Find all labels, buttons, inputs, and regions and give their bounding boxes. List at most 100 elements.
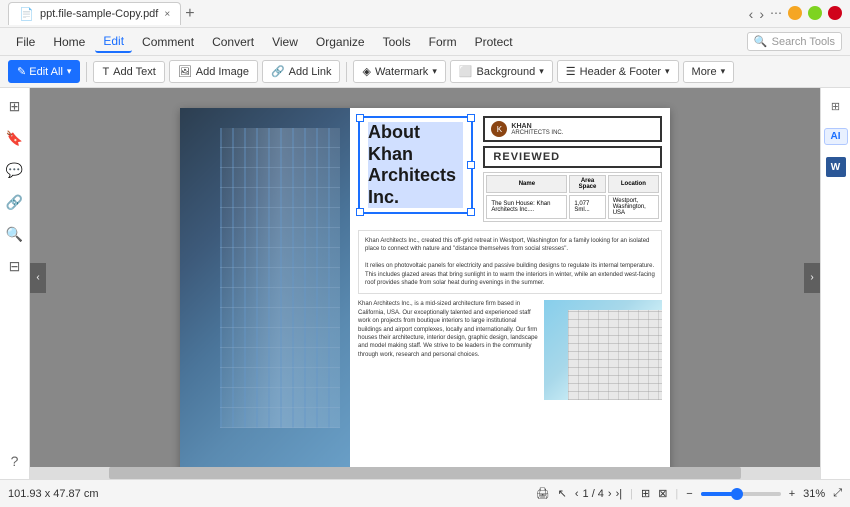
- menu-protect[interactable]: Protect: [467, 32, 521, 52]
- zoom-in-button[interactable]: +: [789, 488, 795, 500]
- logo-area: K KHAN ARCHITECTS INC. REVIEWED: [483, 116, 662, 222]
- scroll-right-button[interactable]: ›: [804, 263, 820, 293]
- pdf-description-p1: Khan Architects Inc., created this off-g…: [365, 237, 655, 254]
- view-icon[interactable]: ⊞: [641, 487, 650, 500]
- menu-tools[interactable]: Tools: [375, 32, 419, 52]
- new-tab-button[interactable]: +: [185, 5, 194, 23]
- menu-form[interactable]: Form: [421, 32, 465, 52]
- zoom-fill: [701, 492, 733, 496]
- sidebar-help-icon[interactable]: ?: [5, 451, 25, 471]
- header-footer-icon: ☰: [566, 65, 576, 78]
- text-icon: T: [102, 66, 109, 78]
- word-icon[interactable]: W: [826, 157, 846, 177]
- edit-all-button[interactable]: ✎ Edit All ▾: [8, 60, 80, 83]
- edit-all-dropdown-icon: ▾: [67, 66, 72, 77]
- close-button[interactable]: [828, 6, 842, 20]
- expand-icon[interactable]: ⤢: [833, 487, 842, 500]
- pdf-bottom-section: Khan Architects Inc., is a mid-sized arc…: [358, 300, 662, 400]
- zoom-level-label: 31%: [803, 488, 825, 500]
- add-link-button[interactable]: 🔗 Add Link: [262, 60, 341, 83]
- prev-page-button[interactable]: ‹: [575, 488, 579, 500]
- sidebar-comment-icon[interactable]: 💬: [5, 160, 25, 180]
- table-cell-area: 1,077 Sml...: [569, 195, 605, 219]
- menu-view[interactable]: View: [264, 32, 306, 52]
- close-tab-button[interactable]: ×: [164, 9, 170, 20]
- sidebar-bookmark-icon[interactable]: 🔖: [5, 128, 25, 148]
- zoom-slider[interactable]: [701, 492, 781, 496]
- toolbar: ✎ Edit All ▾ T Add Text 🖼 Add Image 🔗 Ad…: [0, 56, 850, 88]
- building-left-shape: [220, 128, 340, 428]
- ai-button[interactable]: AI: [824, 128, 848, 145]
- menu-file[interactable]: File: [8, 32, 43, 52]
- watermark-icon: ◈: [362, 65, 370, 78]
- add-text-label: Add Text: [113, 66, 156, 78]
- sidebar-layers-icon[interactable]: ⊟: [5, 256, 25, 276]
- window-controls: ‹ › ⋯: [749, 6, 842, 22]
- separator-v2: |: [675, 488, 678, 500]
- add-image-button[interactable]: 🖼 Add Image: [169, 60, 258, 83]
- pdf-header-section: About Khan Architects Inc. K KHAN: [358, 116, 662, 222]
- link-icon: 🔗: [271, 65, 285, 78]
- menu-home[interactable]: Home: [45, 32, 93, 52]
- header-footer-button[interactable]: ☰ Header & Footer ▾: [557, 60, 679, 83]
- background-label: Background: [477, 66, 536, 78]
- sidebar-link-icon[interactable]: 🔗: [5, 192, 25, 212]
- fit-icon[interactable]: ⊠: [658, 487, 667, 500]
- background-button[interactable]: ⬜ Background ▾: [450, 60, 553, 83]
- main-layout: ⊞ 🔖 💬 🔗 🔍 ⊟ ? ‹: [0, 88, 850, 479]
- pdf-scroll-area[interactable]: ‹: [30, 88, 820, 467]
- right-sidebar: ⊞ AI W: [820, 88, 850, 479]
- building-right-shape: [568, 310, 662, 400]
- add-image-label: Add Image: [196, 66, 249, 78]
- page-navigation: ‹ 1 / 4 › ›|: [575, 488, 622, 500]
- window-more-icon[interactable]: ⋯: [770, 6, 782, 22]
- building-right-stripes: [568, 310, 662, 400]
- pdf-page: About Khan Architects Inc. K KHAN: [180, 108, 670, 467]
- sidebar-search-icon[interactable]: 🔍: [5, 224, 25, 244]
- toolbar-separator-2: [346, 62, 347, 82]
- menu-comment[interactable]: Comment: [134, 32, 202, 52]
- tab-filename[interactable]: 📄 ppt.file-sample-Copy.pdf ×: [8, 2, 181, 25]
- menu-organize[interactable]: Organize: [308, 32, 373, 52]
- watermark-label: Watermark: [375, 66, 428, 78]
- pdf-about-text: Khan Architects Inc., is a mid-sized arc…: [358, 300, 538, 400]
- minimize-button[interactable]: [788, 6, 802, 20]
- nav-back-icon[interactable]: ‹: [749, 6, 754, 22]
- pdf-title-line2: Architects Inc.: [368, 165, 463, 208]
- more-dropdown-icon: ▾: [721, 66, 726, 77]
- pdf-about-paragraph: Khan Architects Inc., is a mid-sized arc…: [358, 300, 538, 359]
- watermark-button[interactable]: ◈ Watermark ▾: [353, 60, 445, 83]
- zoom-thumb[interactable]: [731, 488, 743, 500]
- nav-forward-icon[interactable]: ›: [759, 6, 764, 22]
- maximize-button[interactable]: [808, 6, 822, 20]
- scroll-left-button[interactable]: ‹: [30, 263, 46, 293]
- panel-right-icon[interactable]: ⊞: [826, 96, 846, 116]
- cursor-icon[interactable]: ↖: [558, 487, 567, 500]
- table-cell-location: Westport,Washington, USA: [608, 195, 659, 219]
- menu-bar: File Home Edit Comment Convert View Orga…: [0, 28, 850, 56]
- left-sidebar: ⊞ 🔖 💬 🔗 🔍 ⊟ ?: [0, 88, 30, 479]
- search-tools-box[interactable]: 🔍 Search Tools: [747, 32, 842, 51]
- zoom-out-button[interactable]: −: [686, 488, 692, 500]
- print-icon[interactable]: 🖨: [536, 487, 550, 500]
- last-page-button[interactable]: ›|: [616, 488, 623, 500]
- search-icon: 🔍: [754, 35, 768, 48]
- khan-logo: K KHAN ARCHITECTS INC.: [483, 116, 662, 142]
- right-building-image: [544, 300, 662, 400]
- edit-all-label: ✎ Edit All: [17, 65, 63, 78]
- add-text-button[interactable]: T Add Text: [93, 61, 164, 83]
- more-button[interactable]: More ▾: [683, 61, 735, 83]
- building-horizontal-stripes: [220, 128, 340, 428]
- background-dropdown-icon: ▾: [539, 66, 544, 77]
- khan-logo-text: KHAN ARCHITECTS INC.: [511, 123, 563, 136]
- pdf-viewer-area: ‹: [30, 88, 820, 479]
- pdf-right-content: About Khan Architects Inc. K KHAN: [350, 108, 670, 467]
- menu-convert[interactable]: Convert: [204, 32, 262, 52]
- menu-edit[interactable]: Edit: [95, 31, 132, 53]
- pdf-scrollbar-thumb[interactable]: [109, 467, 741, 479]
- sidebar-thumbnail-icon[interactable]: ⊞: [5, 96, 25, 116]
- pdf-horizontal-scrollbar[interactable]: [30, 467, 820, 479]
- next-page-button[interactable]: ›: [608, 488, 612, 500]
- pdf-description-box: Khan Architects Inc., created this off-g…: [358, 230, 662, 294]
- header-footer-dropdown-icon: ▾: [665, 66, 670, 77]
